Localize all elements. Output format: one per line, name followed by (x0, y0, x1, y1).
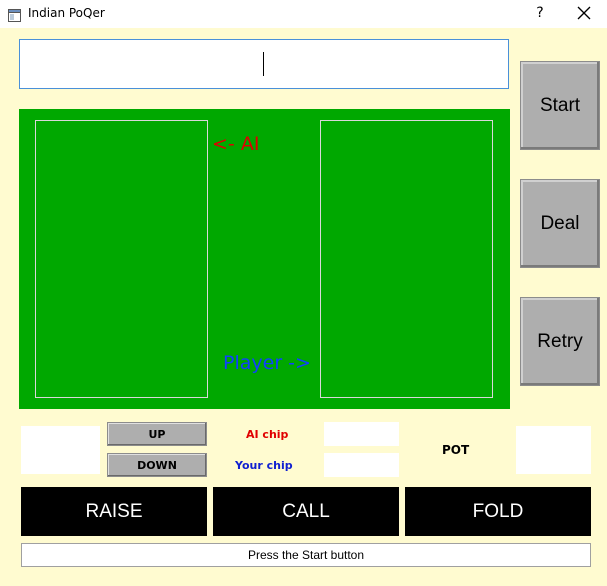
text-caret (263, 52, 264, 76)
help-button[interactable]: ? (530, 3, 550, 23)
your-chip-value (324, 453, 399, 477)
ai-chip-value (324, 422, 399, 446)
bet-down-button[interactable]: DOWN (107, 453, 207, 477)
player-label: Player -> (223, 352, 311, 374)
ai-card-slot (35, 120, 208, 398)
player-card-slot (320, 120, 493, 398)
window-title: Indian PoQer (28, 6, 105, 20)
close-icon (577, 6, 591, 20)
bet-up-button[interactable]: UP (107, 422, 207, 446)
call-button[interactable]: CALL (213, 487, 399, 536)
retry-button[interactable]: Retry (520, 297, 600, 386)
ai-label: <- AI (212, 133, 260, 155)
pot-value (516, 426, 591, 474)
your-chip-label: Your chip (235, 459, 293, 472)
fold-button[interactable]: FOLD (405, 487, 591, 536)
status-bar: Press the Start button (21, 543, 591, 567)
pot-label: POT (442, 443, 470, 457)
raise-button[interactable]: RAISE (21, 487, 207, 536)
close-button[interactable] (570, 3, 598, 23)
message-input[interactable] (19, 39, 509, 89)
app-window-icon (8, 7, 21, 22)
start-button[interactable]: Start (520, 61, 600, 150)
bet-amount-field[interactable] (21, 426, 100, 474)
deal-button[interactable]: Deal (520, 179, 600, 268)
ai-chip-label: AI chip (246, 428, 289, 441)
